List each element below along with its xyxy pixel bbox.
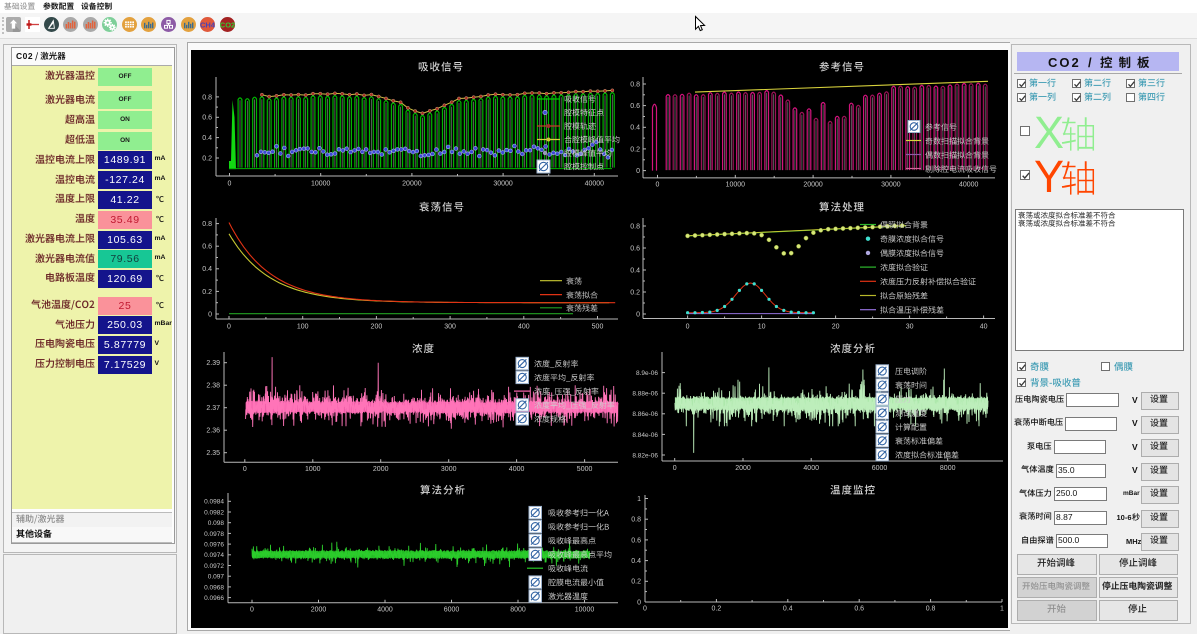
svg-text:8.84e-06: 8.84e-06 — [632, 432, 658, 439]
svg-text:2000: 2000 — [311, 607, 327, 614]
svg-text:0: 0 — [636, 168, 640, 175]
svg-text:40: 40 — [980, 324, 988, 331]
svg-text:CO2: CO2 — [219, 20, 234, 29]
svg-text:20: 20 — [832, 324, 840, 331]
svg-text:0: 0 — [656, 182, 660, 189]
svg-text:8.9e-06: 8.9e-06 — [636, 370, 658, 377]
svg-text:8000: 8000 — [940, 465, 956, 472]
svg-text:2.36: 2.36 — [206, 428, 220, 435]
svg-text:20000: 20000 — [803, 182, 823, 189]
svg-text:0.0966: 0.0966 — [204, 595, 224, 602]
svg-text:40000: 40000 — [585, 181, 605, 188]
svg-text:0.8: 0.8 — [630, 223, 640, 230]
svg-text:1000: 1000 — [305, 466, 321, 473]
svg-text:4000: 4000 — [509, 466, 525, 473]
svg-text:CH4: CH4 — [200, 20, 216, 29]
svg-text:2.37: 2.37 — [206, 405, 220, 412]
svg-text:0.6: 0.6 — [630, 245, 640, 252]
svg-text:2.39: 2.39 — [206, 360, 220, 367]
svg-text:0.2: 0.2 — [630, 289, 640, 296]
svg-text:0.6: 0.6 — [202, 115, 212, 122]
svg-text:0: 0 — [228, 181, 232, 188]
svg-text:0.2: 0.2 — [630, 146, 640, 153]
svg-text:0.8: 0.8 — [926, 606, 936, 613]
svg-text:0.0972: 0.0972 — [204, 563, 224, 570]
svg-text:0.0978: 0.0978 — [204, 531, 224, 538]
svg-text:0.2: 0.2 — [631, 579, 641, 586]
svg-text:1: 1 — [637, 496, 641, 503]
svg-text:0.097: 0.097 — [208, 574, 225, 581]
svg-text:0.8: 0.8 — [202, 221, 212, 228]
svg-text:20000: 20000 — [402, 181, 422, 188]
svg-text:0.4: 0.4 — [202, 266, 212, 273]
svg-text:100: 100 — [297, 324, 309, 331]
svg-text:0.8: 0.8 — [202, 94, 212, 101]
svg-text:300: 300 — [444, 324, 456, 331]
svg-text:0.6: 0.6 — [202, 244, 212, 251]
svg-text:10000: 10000 — [726, 182, 746, 189]
svg-text:40000: 40000 — [959, 182, 979, 189]
svg-text:3000: 3000 — [441, 466, 457, 473]
svg-text:400: 400 — [518, 324, 530, 331]
svg-text:0.4: 0.4 — [202, 135, 212, 142]
svg-text:30000: 30000 — [493, 181, 513, 188]
svg-text:0.2: 0.2 — [712, 606, 722, 613]
svg-text:10: 10 — [758, 324, 766, 331]
svg-text:0.0976: 0.0976 — [204, 542, 224, 549]
svg-text:2000: 2000 — [735, 465, 751, 472]
svg-text:0.4: 0.4 — [783, 606, 793, 613]
svg-text:30: 30 — [906, 324, 914, 331]
svg-text:8.86e-06: 8.86e-06 — [632, 411, 658, 418]
svg-text:0.0974: 0.0974 — [204, 552, 224, 559]
svg-text:0.4: 0.4 — [630, 125, 640, 132]
svg-text:0.098: 0.098 — [208, 520, 225, 527]
svg-text:0.2: 0.2 — [202, 155, 212, 162]
svg-text:8000: 8000 — [510, 607, 526, 614]
svg-text:6000: 6000 — [872, 465, 888, 472]
svg-text:0.6: 0.6 — [631, 537, 641, 544]
svg-text:30000: 30000 — [881, 182, 901, 189]
svg-text:2000: 2000 — [373, 466, 389, 473]
svg-text:0: 0 — [643, 606, 647, 613]
svg-text:0.4: 0.4 — [630, 267, 640, 274]
svg-text:0.0984: 0.0984 — [204, 499, 224, 506]
svg-text:1: 1 — [1000, 606, 1004, 613]
svg-text:0.4: 0.4 — [631, 558, 641, 565]
svg-text:10000: 10000 — [575, 607, 595, 614]
svg-text:0.8: 0.8 — [631, 517, 641, 524]
svg-text:500: 500 — [592, 324, 604, 331]
svg-text:0.6: 0.6 — [854, 606, 864, 613]
svg-text:8.88e-06: 8.88e-06 — [632, 391, 658, 398]
svg-text:4000: 4000 — [803, 465, 819, 472]
svg-text:2.38: 2.38 — [206, 383, 220, 390]
svg-text:0.6: 0.6 — [630, 103, 640, 110]
svg-text:0.2: 0.2 — [202, 289, 212, 296]
svg-text:0: 0 — [673, 465, 677, 472]
svg-text:0.0968: 0.0968 — [204, 584, 224, 591]
svg-text:5000: 5000 — [577, 466, 593, 473]
svg-text:0: 0 — [208, 311, 212, 318]
svg-text:0: 0 — [250, 607, 254, 614]
svg-text:0.0982: 0.0982 — [204, 509, 224, 516]
svg-text:0: 0 — [686, 324, 690, 331]
svg-text:0.8: 0.8 — [630, 81, 640, 88]
svg-text:2.35: 2.35 — [206, 450, 220, 457]
svg-text:10000: 10000 — [311, 181, 331, 188]
svg-text:4000: 4000 — [377, 607, 393, 614]
svg-text:6000: 6000 — [444, 607, 460, 614]
svg-text:0: 0 — [243, 466, 247, 473]
svg-text:0: 0 — [227, 324, 231, 331]
svg-text:0: 0 — [637, 599, 641, 606]
svg-text:0: 0 — [636, 311, 640, 318]
svg-text:200: 200 — [371, 324, 383, 331]
svg-text:8.82e-06: 8.82e-06 — [632, 452, 658, 459]
